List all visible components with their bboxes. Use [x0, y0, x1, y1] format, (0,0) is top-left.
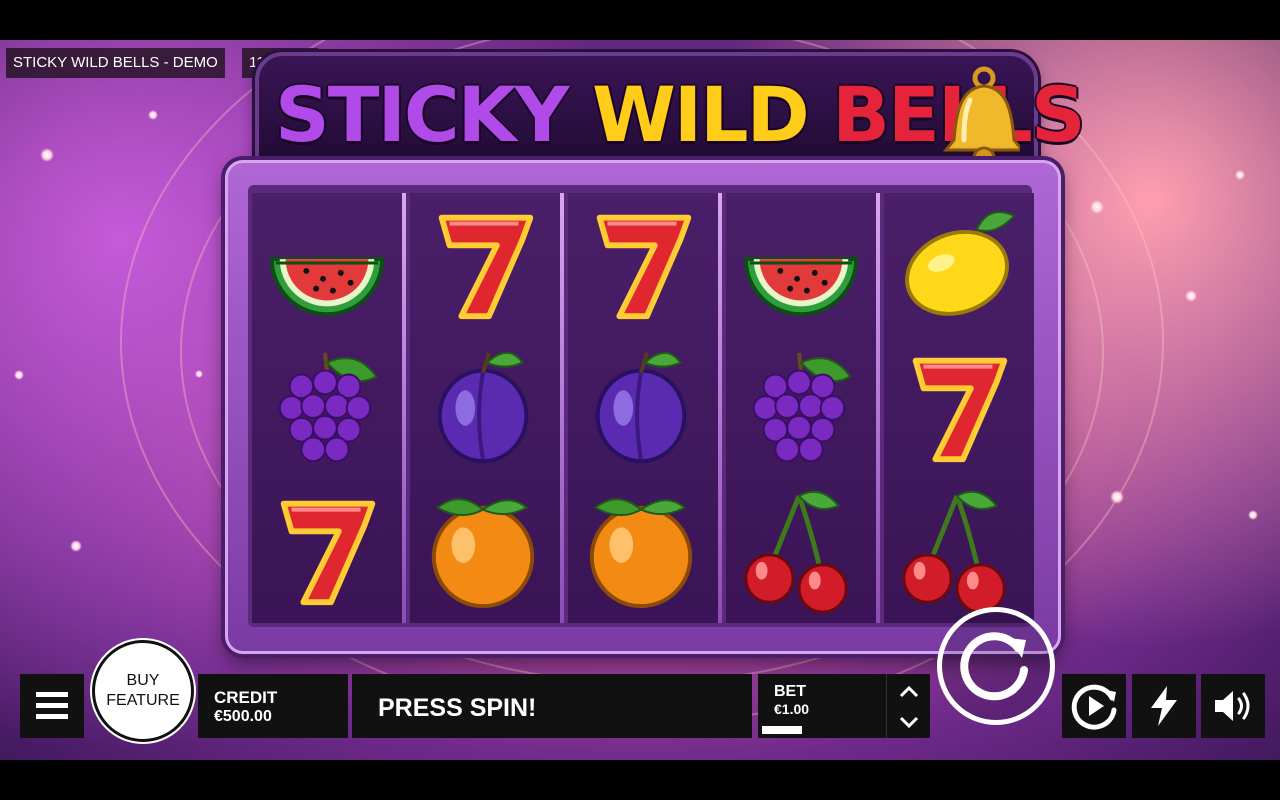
buy-feature-label: BUY FEATURE	[106, 672, 180, 709]
game-title-badge: STICKY WILD BELLS - DEMO	[6, 48, 225, 78]
watermelon-icon	[743, 256, 859, 316]
bet-label: BET	[774, 683, 806, 700]
bet-decrease-button[interactable]	[897, 710, 921, 734]
symbol-cell	[884, 479, 1034, 622]
symbol-cell	[252, 479, 402, 622]
seven-icon	[438, 214, 534, 319]
cherries-icon	[902, 490, 1006, 614]
plum-icon	[595, 351, 687, 463]
credit-panel: CREDIT €500.00	[198, 674, 348, 738]
sparkle	[14, 370, 24, 380]
seven-icon	[280, 500, 376, 605]
sparkle	[148, 110, 158, 120]
orange-icon	[431, 497, 535, 608]
bell-icon	[942, 66, 1020, 170]
symbol-cell	[726, 193, 876, 336]
bet-level-indicator	[762, 726, 802, 734]
bet-steppers	[886, 674, 931, 738]
status-message: PRESS SPIN!	[378, 694, 537, 722]
spin-arrow-icon	[960, 632, 1028, 701]
reel-area	[248, 185, 1034, 627]
symbol-cell	[568, 479, 718, 622]
sparkle	[195, 370, 203, 378]
symbol-cell	[410, 336, 560, 479]
grapes-icon	[278, 352, 378, 462]
symbol-cell	[726, 479, 876, 622]
chevron-down-icon	[899, 716, 919, 728]
symbol-cell	[252, 193, 402, 336]
symbol-cell	[410, 193, 560, 336]
reel-4	[726, 193, 876, 623]
logo-word-wild: WILD	[592, 70, 810, 159]
bet-value: €1.00	[774, 701, 810, 717]
spin-button[interactable]	[937, 607, 1055, 725]
seven-icon	[912, 357, 1008, 462]
sparkle	[1110, 490, 1124, 504]
sparkle	[40, 148, 54, 162]
symbol-cell	[410, 479, 560, 622]
sound-button[interactable]	[1201, 674, 1265, 738]
grapes-icon	[752, 352, 852, 462]
speaker-icon	[1215, 691, 1250, 721]
reel-1	[252, 193, 402, 623]
reel-divider	[560, 193, 564, 623]
credit-label: CREDIT	[214, 688, 278, 707]
menu-button[interactable]	[20, 674, 84, 738]
game-title: STICKY WILD BELLS - DEMO	[13, 54, 218, 71]
sparkle	[1235, 170, 1245, 180]
hamburger-menu-icon	[36, 692, 68, 719]
sparkle	[1090, 200, 1104, 214]
lemon-icon	[905, 210, 1016, 316]
symbol-cell	[252, 336, 402, 479]
sparkle	[1185, 290, 1197, 302]
sparkle	[70, 540, 82, 552]
cherries-icon	[744, 490, 848, 614]
bet-panel: BET €1.00	[758, 674, 930, 738]
lightning-icon	[1151, 686, 1177, 726]
watermelon-icon	[269, 256, 385, 316]
sparkle	[1248, 510, 1258, 520]
logo-word-sticky: STICKY	[275, 70, 570, 159]
reel-divider	[876, 193, 880, 623]
buy-feature-button[interactable]: BUY FEATURE	[92, 640, 194, 742]
turbo-button[interactable]	[1132, 674, 1196, 738]
symbol-cell	[884, 336, 1034, 479]
chevron-up-icon	[899, 686, 919, 698]
credit-value: €500.00	[214, 708, 272, 725]
symbol-cell	[568, 336, 718, 479]
bottom-bar	[0, 760, 1280, 800]
plum-icon	[437, 351, 529, 463]
autoplay-icon	[1071, 684, 1117, 730]
orange-icon	[589, 497, 693, 608]
reel-3	[568, 193, 718, 623]
autoplay-button[interactable]	[1062, 674, 1126, 738]
slot-machine-frame	[225, 160, 1061, 654]
seven-icon	[596, 214, 692, 319]
reel-5	[884, 193, 1034, 623]
reel-divider	[718, 193, 722, 623]
symbol-cell	[568, 193, 718, 336]
message-panel: PRESS SPIN!	[352, 674, 752, 738]
symbol-cell	[884, 193, 1034, 336]
symbol-cell	[726, 336, 876, 479]
bet-increase-button[interactable]	[897, 680, 921, 704]
reel-2	[410, 193, 560, 623]
reel-divider	[402, 193, 406, 623]
